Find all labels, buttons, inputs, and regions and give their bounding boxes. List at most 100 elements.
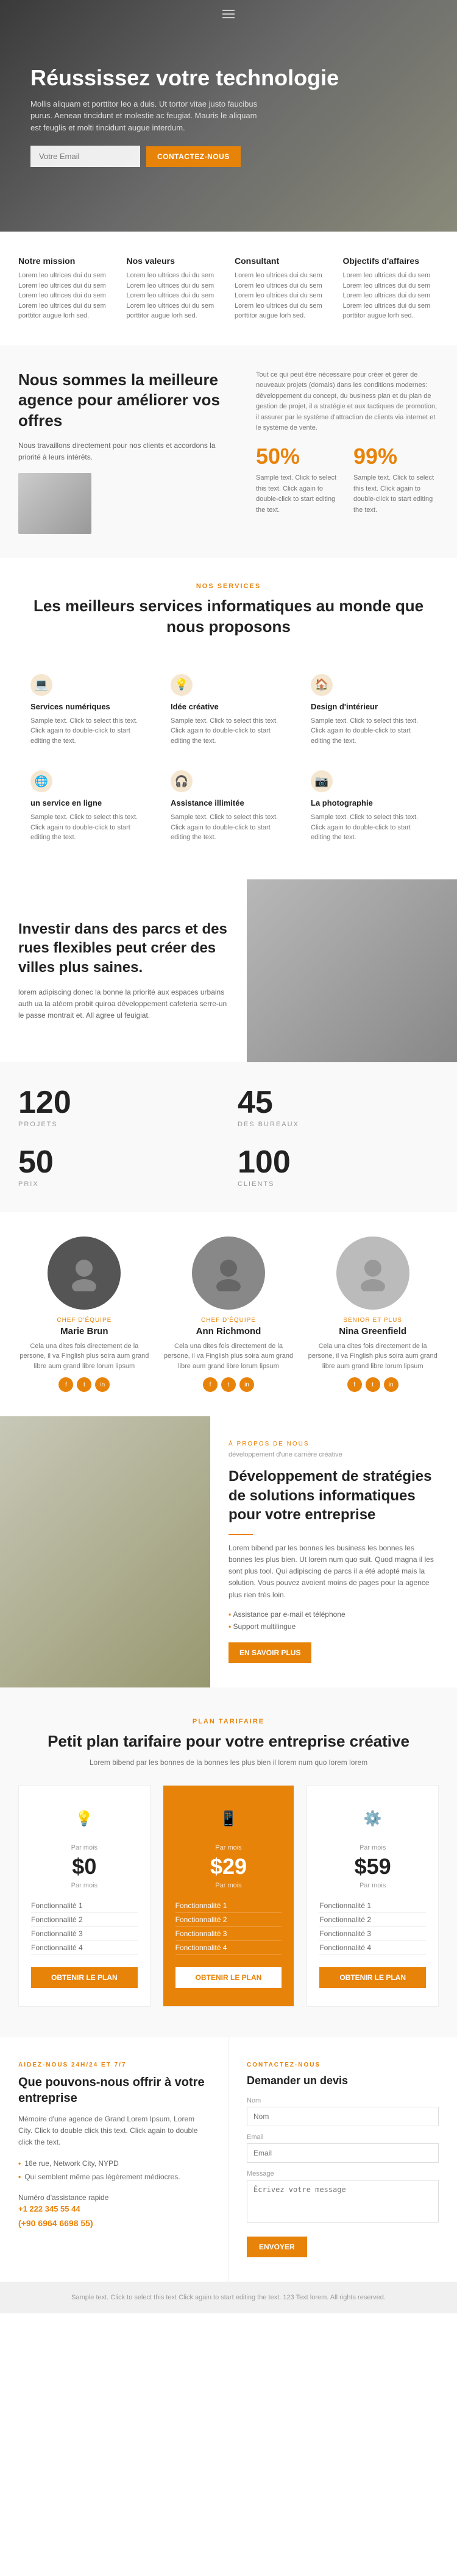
pricing-feature-std-4: Fonctionnalité 4: [175, 1941, 282, 1955]
pricing-feature-prem-3: Fonctionnalité 3: [319, 1927, 426, 1941]
service-text-5: Sample text. Click to select this text. …: [171, 812, 286, 843]
team-member-3: SENIOR ET PLUS Nina Greenfield Cela una …: [306, 1237, 439, 1393]
facebook-icon-3[interactable]: f: [347, 1377, 362, 1392]
service-item-4: 🌐 un service en ligne Sample text. Click…: [18, 758, 158, 855]
contact-column: CONTACTEZ-NOUS Demander un devis Nom Ema…: [228, 2037, 457, 2282]
about-sublabel: développement d'une carrière créative: [228, 1451, 439, 1458]
pricing-period-free: Par mois: [31, 1844, 138, 1851]
hamburger-menu[interactable]: [222, 10, 235, 18]
linkedin-icon-3[interactable]: in: [384, 1377, 399, 1392]
team-section: CHEF D'ÉQUIPE Marie Brun Cela una dites …: [0, 1212, 457, 1417]
contact-button[interactable]: CONTACTEZ-NOUS: [146, 146, 241, 167]
contact-label: CONTACTEZ-NOUS: [247, 2062, 439, 2068]
linkedin-icon-1[interactable]: in: [95, 1377, 110, 1392]
about-divider: [228, 1534, 253, 1535]
service-icon-2: 💡: [171, 674, 193, 696]
facebook-icon-1[interactable]: f: [58, 1377, 73, 1392]
message-textarea[interactable]: [247, 2180, 439, 2223]
services-section: NOS SERVICES Les meilleurs services info…: [0, 558, 457, 879]
form-message-group: Message: [247, 2170, 439, 2224]
pricing-btn-standard[interactable]: OBTENIR LE PLAN: [175, 1967, 282, 1988]
pricing-features-standard: Fonctionnalité 1 Fonctionnalité 2 Foncti…: [175, 1899, 282, 1955]
linkedin-icon-2[interactable]: in: [239, 1377, 254, 1392]
pricing-btn-premium[interactable]: OBTENIR LE PLAN: [319, 1967, 426, 1988]
support-label: AIDEZ-NOUS 24H/24 ET 7/7: [18, 2062, 210, 2068]
counter-bureaux: 45 DES BUREAUX: [238, 1087, 439, 1128]
pricing-card-premium: ⚙️ Par mois $59 Par mois Fonctionnalité …: [306, 1785, 439, 2007]
team-role-1: CHEF D'ÉQUIPE: [18, 1317, 151, 1324]
mission-title-1: Notre mission: [18, 256, 115, 266]
email-input[interactable]: [30, 146, 140, 167]
pricing-price-free: $0: [31, 1854, 138, 1879]
service-text-2: Sample text. Click to select this text. …: [171, 716, 286, 747]
agency-left: Nous sommes la meilleure agence pour amé…: [18, 370, 238, 534]
service-item-1: 💻 Services numériques Sample text. Click…: [18, 662, 158, 759]
about-section: À PROPOS DE NOUS développement d'une car…: [0, 1416, 457, 1687]
stat-desc-2: Sample text. Click to select this text. …: [353, 473, 439, 516]
support-title: Que pouvons-nous offrir à votre entrepri…: [18, 2074, 210, 2106]
counter-bureaux-number: 45: [238, 1087, 439, 1118]
about-title: Développement de stratégies de solutions…: [228, 1467, 439, 1524]
services-grid: 💻 Services numériques Sample text. Click…: [0, 650, 457, 879]
pricing-per-standard: Par mois: [175, 1882, 282, 1889]
pricing-feature-free-4: Fonctionnalité 4: [31, 1941, 138, 1955]
mission-text-1: Lorem leo ultrices dui du sem Lorem leo …: [18, 271, 115, 321]
mission-title-2: Nos valeurs: [127, 256, 223, 266]
lightbulb-icon: 💡: [175, 678, 188, 691]
name-input[interactable]: [247, 2107, 439, 2126]
team-desc-3: Cela una dites fois directement de la pe…: [306, 1341, 439, 1372]
stat-number-2: 99%: [353, 444, 439, 469]
pricing-feature-std-2: Fonctionnalité 2: [175, 1913, 282, 1927]
support-list-item-2: Qui semblent même pas légèrement médiocr…: [18, 2170, 210, 2184]
footer: Sample text. Click to select this text C…: [0, 2282, 457, 2313]
mission-title-3: Consultant: [235, 256, 331, 266]
about-cta-button[interactable]: EN SAVOIR PLUS: [228, 1642, 311, 1663]
submit-button[interactable]: ENVOYER: [247, 2237, 307, 2257]
pricing-icon-premium: ⚙️: [358, 1804, 388, 1834]
counter-prix-number: 50: [18, 1146, 219, 1178]
counter-projets-label: PROJETS: [18, 1121, 219, 1128]
pricing-card-free: 💡 Par mois $0 Par mois Fonctionnalité 1 …: [18, 1785, 151, 2007]
service-title-3: Design d'intérieur: [311, 702, 427, 711]
agency-right-text: Tout ce qui peut être nécessaire pour cr…: [256, 370, 439, 435]
counter-clients-number: 100: [238, 1146, 439, 1178]
contact-title: Demander un devis: [247, 2074, 439, 2087]
support-list-item-1: 16e rue, Network City, NYPD: [18, 2157, 210, 2170]
pricing-feature-prem-1: Fonctionnalité 1: [319, 1899, 426, 1913]
facebook-icon-2[interactable]: f: [203, 1377, 218, 1392]
team-socials-2: f t in: [163, 1377, 295, 1392]
stat-box-2: 99% Sample text. Click to select this te…: [353, 444, 439, 525]
message-label: Message: [247, 2170, 439, 2177]
city-title: Investir dans des parcs et des rues flex…: [18, 920, 228, 977]
service-item-2: 💡 Idée créative Sample text. Click to se…: [158, 662, 299, 759]
service-title-2: Idée créative: [171, 702, 286, 711]
twitter-icon-2[interactable]: t: [221, 1377, 236, 1392]
city-text-desc: lorem adipiscing donec la bonne la prior…: [18, 987, 228, 1022]
pricing-btn-free[interactable]: OBTENIR LE PLAN: [31, 1967, 138, 1988]
twitter-icon-3[interactable]: t: [366, 1377, 380, 1392]
email-contact-input[interactable]: [247, 2143, 439, 2163]
globe-icon: 🌐: [35, 775, 48, 788]
mission-title-4: Objectifs d'affaires: [343, 256, 439, 266]
camera-icon: 📷: [315, 775, 328, 788]
city-text: Investir dans des parcs et des rues flex…: [0, 879, 247, 1062]
form-name-group: Nom: [247, 2097, 439, 2126]
pricing-feature-free-2: Fonctionnalité 2: [31, 1913, 138, 1927]
agency-subtitle: Nous travaillons directement pour nos cl…: [18, 440, 238, 463]
pricing-icon-free: 💡: [69, 1804, 99, 1834]
footer-text: Sample text. Click to select this text C…: [18, 2294, 439, 2301]
service-icon-1: 💻: [30, 674, 52, 696]
about-list: Assistance par e-mail et téléphone Suppo…: [228, 1608, 439, 1633]
twitter-icon-1[interactable]: t: [77, 1377, 91, 1392]
pricing-title: Petit plan tarifaire pour votre entrepri…: [18, 1731, 439, 1752]
counters-section: 120 PROJETS 45 DES BUREAUX 50 PRIX 100 C…: [0, 1062, 457, 1212]
email-label: Email: [247, 2134, 439, 2141]
about-text-body: Lorem bibend par les bonnes les business…: [228, 1542, 439, 1601]
pricing-section: PLAN TARIFAIRE Petit plan tarifaire pour…: [0, 1687, 457, 2037]
service-item-3: 🏠 Design d'intérieur Sample text. Click …: [299, 662, 439, 759]
laptop-icon: 💻: [35, 678, 48, 691]
pricing-feature-std-1: Fonctionnalité 1: [175, 1899, 282, 1913]
counter-clients-label: CLIENTS: [238, 1180, 439, 1188]
name-label: Nom: [247, 2097, 439, 2104]
hero-section: Réussissez votre technologie Mollis aliq…: [0, 0, 457, 232]
